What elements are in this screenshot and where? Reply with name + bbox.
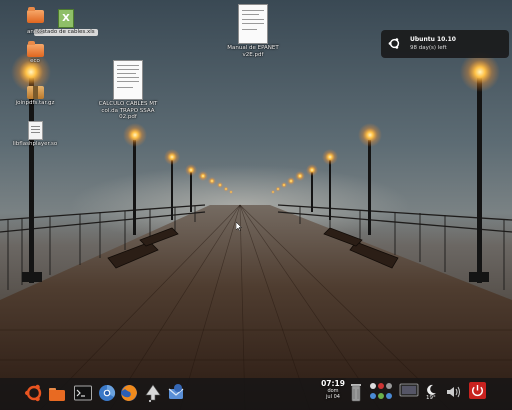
folder-launcher-icon[interactable] xyxy=(47,383,67,403)
binary-file-icon xyxy=(27,121,43,140)
pdf-icon-epanet[interactable]: Manual de EPANET v2E.pdf xyxy=(221,4,285,58)
pdf-thumbnail-icon xyxy=(238,4,268,44)
notification-body: 98 day(s) left xyxy=(410,45,447,51)
desktop-icon-label: anexo xyxy=(27,29,44,35)
trash-icon[interactable] xyxy=(349,381,363,403)
firefox-icon[interactable] xyxy=(119,383,139,403)
desktop-icon-label: Manual de EPANET v2E.pdf xyxy=(227,45,279,58)
desktop-icon-label: libflashplayer.so xyxy=(12,141,58,147)
chat-icon[interactable] xyxy=(386,393,392,399)
notification-title: Ubuntu 10.10 xyxy=(410,36,456,43)
weather-temp: 19° xyxy=(426,395,436,401)
desktop-icon-label: CALCULO CABLES MT col.da TRAPO SSAA 02.p… xyxy=(98,101,158,120)
desktop-icon-label: joinpdfs.tar.gz xyxy=(15,100,55,106)
mouse-pointer-icon xyxy=(236,222,242,231)
chromium-icon[interactable] xyxy=(97,383,117,403)
clock-time: 07:19 xyxy=(321,379,345,388)
tar-archive-icon xyxy=(26,86,44,99)
pdf-thumbnail-icon xyxy=(113,60,143,100)
sync-icon[interactable] xyxy=(378,393,384,399)
power-icon[interactable] xyxy=(469,382,486,399)
folder-icon xyxy=(26,41,44,57)
bluetooth-icon[interactable] xyxy=(370,393,376,399)
clock-date: jul 04 xyxy=(326,394,340,400)
panel-clock[interactable]: 07:19 dom jul 04 xyxy=(318,379,348,400)
inkscape-icon[interactable] xyxy=(143,383,163,403)
record-icon[interactable] xyxy=(378,383,384,389)
settings-icon[interactable] xyxy=(386,383,392,389)
file-icon[interactable]: libflashplayer.so xyxy=(3,121,67,148)
ubuntu-menu-icon[interactable] xyxy=(24,383,44,403)
folder-icon-eco[interactable]: eco xyxy=(3,41,67,65)
folder-icon-anexo[interactable]: anexo xyxy=(3,13,67,36)
notification-bubble[interactable]: Ubuntu 10.10 98 day(s) left xyxy=(381,30,509,58)
pdf-icon-calculo[interactable]: CALCULO CABLES MT col.da TRAPO SSAA 02.p… xyxy=(96,60,160,121)
desktop-wallpaper xyxy=(0,0,512,410)
indicator-icons[interactable] xyxy=(368,382,396,404)
bottom-panel: 07:19 dom jul 04 19° xyxy=(0,378,512,410)
thunderbird-icon[interactable] xyxy=(166,383,186,403)
archive-icon[interactable]: joinpdfs.tar.gz xyxy=(3,86,67,107)
ubuntu-logo-icon xyxy=(388,38,400,49)
network-icon[interactable] xyxy=(370,383,376,389)
display-icon[interactable] xyxy=(399,383,419,399)
desktop-icon-label: eco xyxy=(30,58,40,64)
terminal-icon[interactable] xyxy=(73,383,93,403)
volume-icon[interactable] xyxy=(446,385,462,399)
